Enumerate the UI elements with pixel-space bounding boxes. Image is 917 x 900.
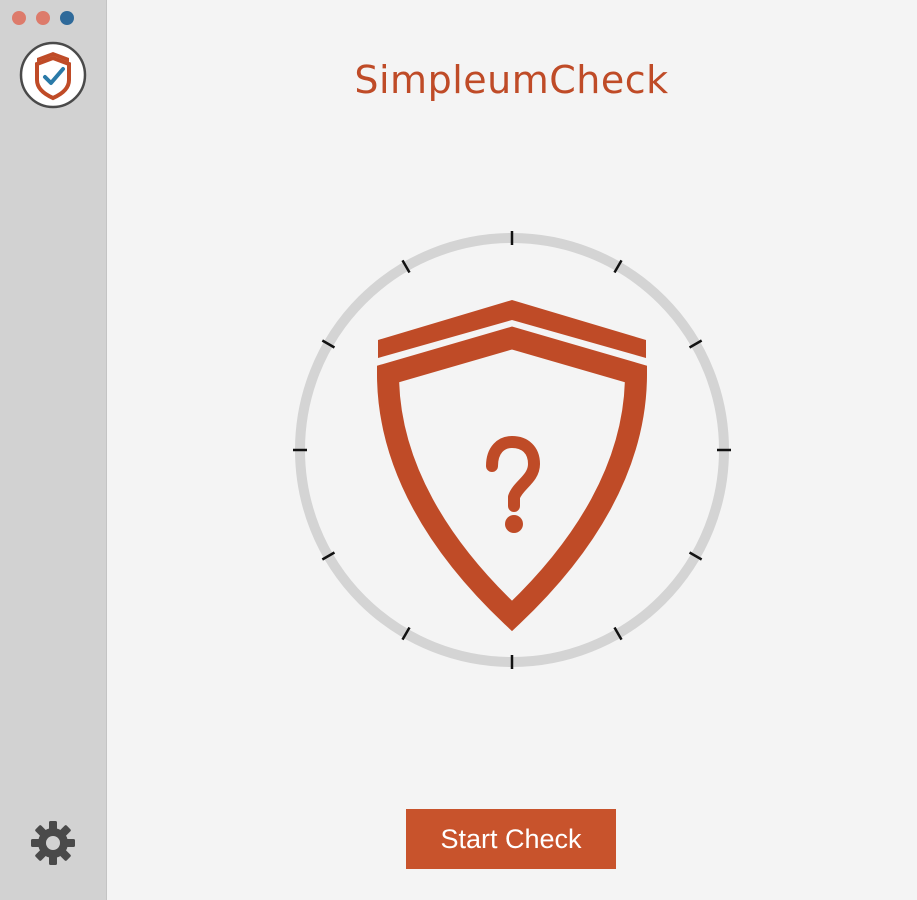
gear-icon[interactable] bbox=[28, 818, 78, 868]
start-check-button[interactable]: Start Check bbox=[406, 809, 616, 869]
close-button[interactable] bbox=[12, 11, 26, 25]
status-dial bbox=[293, 231, 731, 669]
sidebar bbox=[0, 0, 107, 900]
shield-question-icon bbox=[376, 300, 648, 632]
window-controls bbox=[12, 11, 74, 25]
minimize-button[interactable] bbox=[36, 11, 50, 25]
app-window: SimpleumCheck Start Check bbox=[0, 0, 917, 900]
zoom-button[interactable] bbox=[60, 11, 74, 25]
app-title: SimpleumCheck bbox=[354, 58, 669, 102]
app-shield-check-icon[interactable] bbox=[18, 40, 88, 110]
